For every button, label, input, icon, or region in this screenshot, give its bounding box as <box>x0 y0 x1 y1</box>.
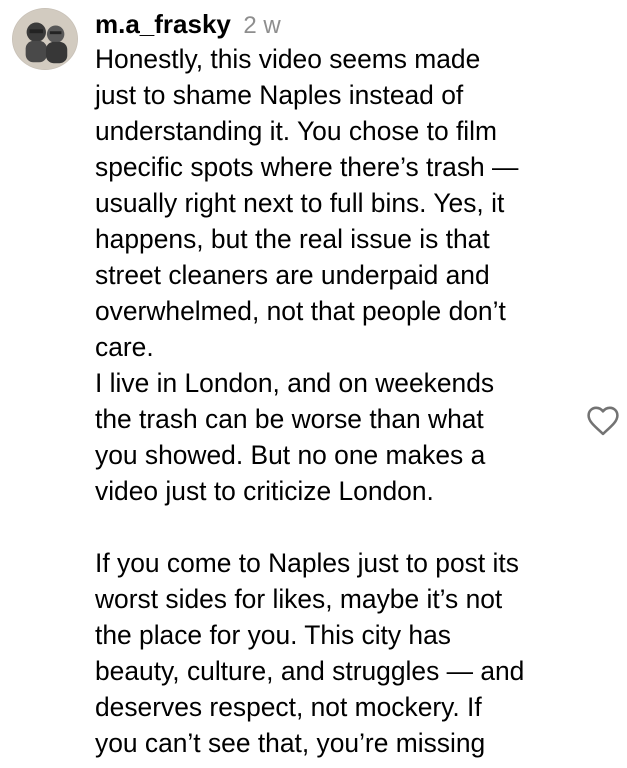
comment-line: beauty, culture, and struggles — and <box>95 656 525 686</box>
comment-line: you can’t see that, you’re missing <box>95 728 486 758</box>
comment: m.a_frasky 2 w Honestly, this video seem… <box>0 0 627 768</box>
comment-line: overwhelmed, not that people don’t <box>95 296 506 326</box>
comment-line: street cleaners are underpaid and <box>95 260 490 290</box>
comment-line: just to shame Naples instead of <box>95 80 464 110</box>
comment-line: usually right next to full bins. Yes, it <box>95 188 505 218</box>
comment-line: I live in London, and on weekends <box>95 368 495 398</box>
comment-header: m.a_frasky 2 w <box>95 6 281 42</box>
comment-line: specific spots where there’s trash — <box>95 152 519 182</box>
comment-blank-line <box>95 509 575 545</box>
timestamp[interactable]: 2 w <box>243 12 280 39</box>
comment-line: you showed. But no one makes a <box>95 440 486 470</box>
comment-line: video just to criticize London. <box>95 476 434 506</box>
username[interactable]: m.a_frasky <box>95 9 231 39</box>
comment-line: deserves respect, not mockery. If <box>95 692 482 722</box>
comment-line: happens, but the real issue is that <box>95 224 490 254</box>
comment-line: the place for you. This city has <box>95 620 451 650</box>
avatar[interactable] <box>12 8 78 70</box>
comment-line: worst sides for likes, maybe it’s not <box>95 584 503 614</box>
comment-line: the trash can be worse than what <box>95 404 484 434</box>
avatar-photo <box>13 9 77 69</box>
comment-line: understanding it. You chose to film <box>95 116 497 146</box>
comment-line: If you come to Naples just to post its <box>95 548 519 578</box>
like-button[interactable] <box>585 403 621 439</box>
heart-outline-icon <box>587 406 619 436</box>
comment-text: Honestly, this video seems made just to … <box>95 41 575 761</box>
comment-line: Honestly, this video seems made <box>95 44 481 74</box>
comment-line: care. <box>95 332 154 362</box>
